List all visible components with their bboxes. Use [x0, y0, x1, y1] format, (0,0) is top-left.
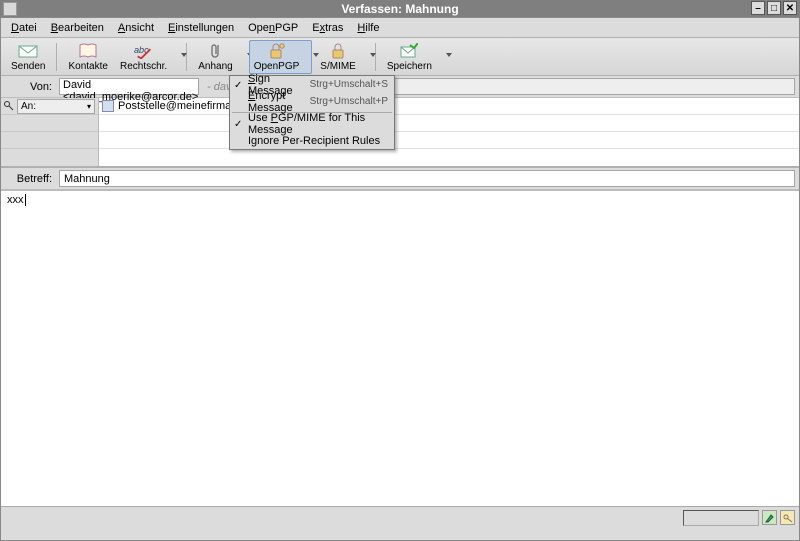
- lock-icon: [328, 42, 348, 60]
- checkmark-icon: ✓: [234, 80, 242, 91]
- from-row: Von: David <david_moerike@arcor.de> - da…: [1, 76, 799, 98]
- menu-label: nsicht: [125, 22, 154, 34]
- toolbar-separator: [186, 43, 187, 71]
- from-label: Von:: [5, 81, 55, 93]
- maximize-button[interactable]: □: [767, 1, 781, 15]
- recipient-type-label: An:: [21, 101, 36, 112]
- subject-label: Betreff:: [5, 173, 55, 185]
- smime-button[interactable]: S/MIME: [316, 41, 368, 73]
- menu-bearbeiten[interactable]: Bearbeiten: [45, 21, 110, 35]
- recipient-row[interactable]: [99, 115, 799, 132]
- menu-datei[interactable]: Datei: [5, 21, 43, 35]
- menu-item-encrypt[interactable]: Encrypt Message Strg+Umschalt+P: [230, 93, 394, 110]
- spellcheck-button[interactable]: abc Rechtschr.: [116, 41, 179, 73]
- menu-item-ignore-rules[interactable]: Ignore Per-Recipient Rules: [230, 132, 394, 149]
- status-well: [683, 510, 759, 526]
- menu-item-label: Use: [248, 112, 271, 124]
- toolbar: Senden Kontakte abc Rechtschr. Anhang: [1, 38, 799, 76]
- send-icon: [18, 42, 38, 60]
- window-titlebar: Verfassen: Mahnung – □ ✕: [0, 0, 800, 17]
- close-button[interactable]: ✕: [783, 1, 797, 15]
- save-icon: [399, 42, 419, 60]
- menu-shortcut: Strg+Umschalt+S: [310, 79, 388, 90]
- attach-label: Anhang: [198, 61, 232, 72]
- statusbar: [1, 506, 799, 528]
- dropdown-arrow-icon[interactable]: [181, 53, 187, 57]
- subject-input[interactable]: [59, 170, 795, 187]
- message-body[interactable]: xxx: [1, 190, 799, 506]
- recipient-row[interactable]: [99, 132, 799, 149]
- contacts-label: Kontakte: [68, 61, 107, 72]
- dropdown-arrow-icon[interactable]: [370, 53, 376, 57]
- menu-item-label: Ignore Per-Recipient Rules: [248, 135, 380, 147]
- menu-extras[interactable]: Extras: [306, 21, 349, 35]
- contacts-button[interactable]: Kontakte: [64, 41, 111, 73]
- key-icon: [4, 101, 14, 111]
- window-title: Verfassen: Mahnung: [0, 2, 800, 16]
- send-button[interactable]: Senden: [7, 41, 49, 73]
- recipient-type-column: An: ▾: [1, 98, 99, 166]
- openpgp-dropdown: ✓ Sign Message Strg+Umschalt+S Encrypt M…: [229, 75, 395, 150]
- attach-button[interactable]: Anhang: [194, 41, 244, 73]
- menu-label: E: [312, 22, 319, 34]
- book-icon: [78, 42, 98, 60]
- menu-label: atei: [19, 22, 37, 34]
- recipient-values-column: Poststelle@meinefirma.com: [99, 98, 799, 166]
- toolbar-separator: [56, 43, 57, 71]
- minimize-button[interactable]: –: [751, 1, 765, 15]
- menu-label: tras: [325, 22, 343, 34]
- body-text: xxx: [7, 194, 26, 206]
- send-label: Senden: [11, 61, 45, 72]
- menu-label: Ope: [248, 22, 269, 34]
- spellcheck-icon: abc: [134, 42, 154, 60]
- menu-item-label: ncrypt Message: [248, 90, 293, 114]
- checkmark-icon: ✓: [234, 119, 242, 130]
- encrypt-status-icon[interactable]: [780, 510, 795, 525]
- menu-shortcut: Strg+Umschalt+P: [310, 96, 388, 107]
- save-button[interactable]: Speichern: [383, 41, 444, 73]
- dropdown-arrow-icon[interactable]: [446, 53, 452, 57]
- lock-key-icon: [267, 42, 287, 60]
- menu-hilfe[interactable]: Hilfe: [351, 21, 385, 35]
- menubar: Datei Bearbeiten Ansicht Einstellungen O…: [1, 18, 799, 38]
- smime-label: S/MIME: [320, 61, 356, 72]
- menu-label: instellungen: [175, 22, 234, 34]
- spellcheck-label: Rechtschr.: [120, 61, 167, 72]
- recipient-type-select[interactable]: An: ▾: [17, 99, 95, 114]
- openpgp-button[interactable]: OpenPGP: [249, 40, 313, 74]
- menu-ansicht[interactable]: Ansicht: [112, 21, 160, 35]
- sign-status-icon[interactable]: [762, 510, 777, 525]
- recipient-row[interactable]: [99, 149, 799, 166]
- menu-einstellungen[interactable]: Einstellungen: [162, 21, 240, 35]
- from-select[interactable]: David <david_moerike@arcor.de>: [59, 78, 199, 95]
- openpgp-label: OpenPGP: [254, 61, 300, 72]
- person-icon: [102, 100, 114, 112]
- menu-item-pgpmime[interactable]: ✓ Use PGP/MIME for This Message: [230, 115, 394, 132]
- menu-label: ilfe: [365, 22, 379, 34]
- save-label: Speichern: [387, 61, 432, 72]
- chevron-down-icon: ▾: [87, 102, 91, 111]
- menu-label: earbeiten: [58, 22, 104, 34]
- subject-row: Betreff:: [1, 168, 799, 190]
- paperclip-icon: [205, 42, 225, 60]
- toolbar-separator: [375, 43, 376, 71]
- menu-openpgp[interactable]: OpenPGP: [242, 21, 304, 35]
- recipients-area: An: ▾ Poststelle@meinefirma.com: [1, 98, 799, 168]
- menu-label: PGP: [275, 22, 298, 34]
- recipient-row[interactable]: Poststelle@meinefirma.com: [99, 98, 799, 115]
